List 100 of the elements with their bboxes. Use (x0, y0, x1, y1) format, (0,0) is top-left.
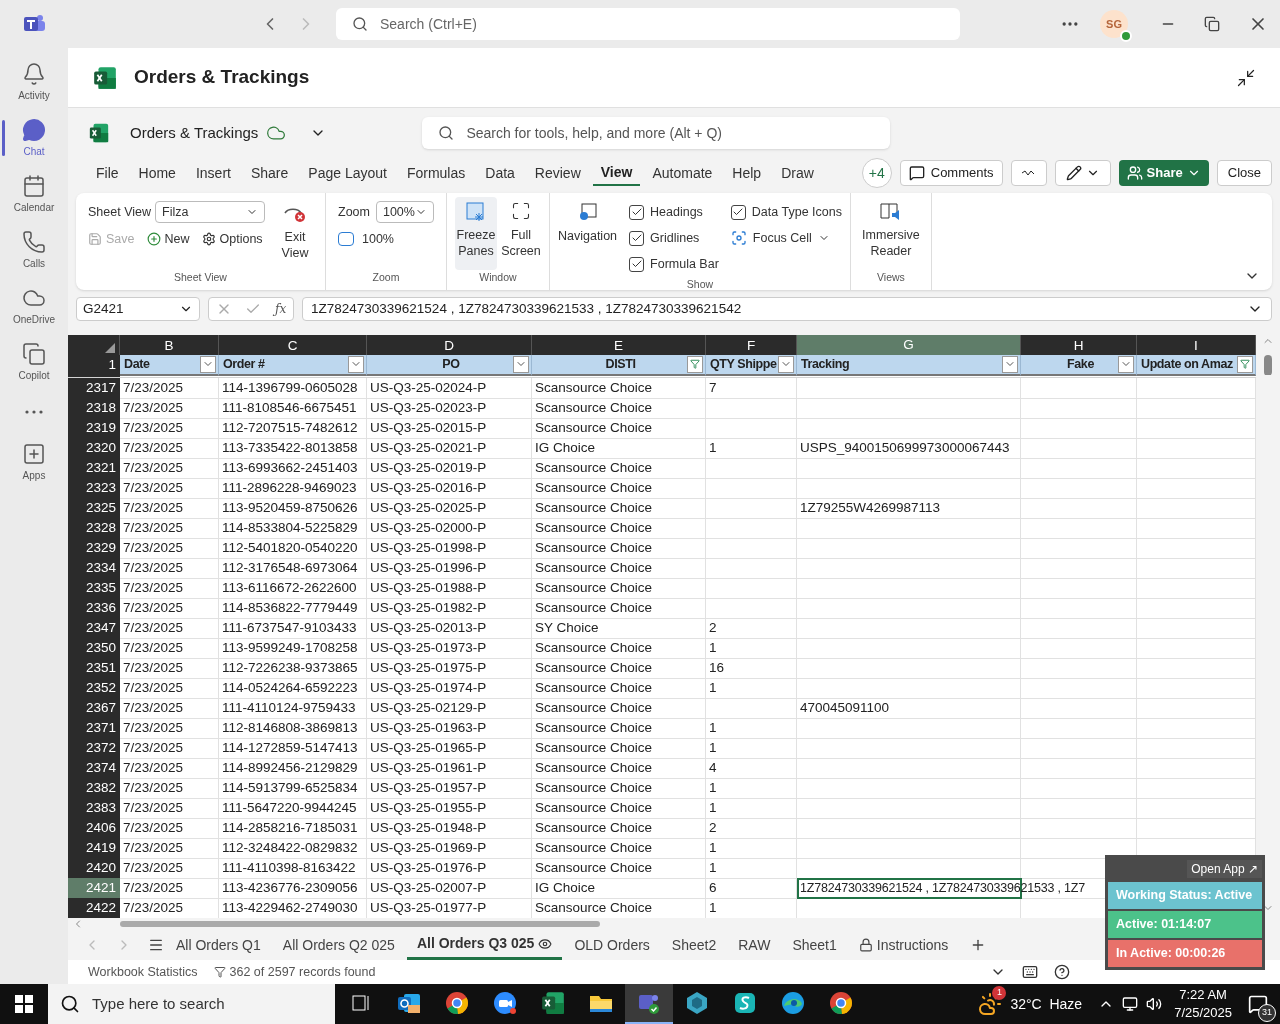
table-cell[interactable]: US-Q3-25-02016-P (367, 478, 532, 500)
editing-button[interactable] (1054, 160, 1111, 186)
table-cell[interactable] (1021, 658, 1137, 680)
table-cell[interactable] (1021, 418, 1137, 440)
table-cell[interactable]: 7/23/2025 (120, 398, 219, 420)
table-cell[interactable]: SY Choice (532, 618, 706, 640)
table-cell[interactable]: 113-6993662-2451403 (219, 458, 367, 480)
table-cell[interactable] (797, 638, 1021, 660)
table-cell[interactable]: 7/23/2025 (120, 598, 219, 620)
table-cell[interactable]: US-Q3-25-01974-P (367, 678, 532, 700)
table-cell[interactable] (797, 458, 1021, 480)
table-cell[interactable] (706, 418, 797, 440)
table-cell[interactable]: Scansource Choice (532, 578, 706, 600)
table-cell[interactable]: 111-4110398-8163422 (219, 858, 367, 880)
collapse-icon[interactable] (1236, 67, 1256, 88)
table-cell[interactable]: 111-8108546-6675451 (219, 398, 367, 420)
table-cell[interactable]: 112-7207515-7482612 (219, 418, 367, 440)
table-cell[interactable]: Scansource Choice (532, 598, 706, 620)
table-cell[interactable]: Scansource Choice (532, 398, 706, 420)
table-cell[interactable]: 7/23/2025 (120, 498, 219, 520)
row-header[interactable]: 2323 (68, 478, 120, 500)
table-cell[interactable]: 112-3176548-6973064 (219, 558, 367, 580)
table-cell[interactable]: 7/23/2025 (120, 438, 219, 460)
table-cell[interactable]: Scansource Choice (532, 758, 706, 780)
table-cell[interactable]: US-Q3-25-01969-P (367, 838, 532, 860)
table-cell[interactable]: 7/23/2025 (120, 378, 219, 400)
table-cell[interactable] (1021, 678, 1137, 700)
freeze-panes-button[interactable]: Freeze Panes (454, 197, 497, 271)
row-header[interactable]: 2328 (68, 518, 120, 540)
row-header[interactable]: 2347 (68, 618, 120, 640)
table-cell[interactable] (1021, 558, 1137, 580)
row-header[interactable]: 2382 (68, 778, 120, 800)
row-header[interactable]: 2320 (68, 438, 120, 460)
table-cell[interactable]: 7/23/2025 (120, 698, 219, 720)
table-cell[interactable] (797, 398, 1021, 420)
rail-item[interactable]: Copilot (2, 336, 66, 388)
table-cell[interactable]: US-Q3-25-02007-P (367, 878, 532, 900)
row-header[interactable]: 2317 (68, 378, 120, 400)
table-cell[interactable]: 16 (706, 658, 797, 680)
table-cell[interactable]: 114-8536822-7779449 (219, 598, 367, 620)
row-header[interactable]: 2351 (68, 658, 120, 680)
ribbon-tab[interactable]: View (592, 160, 641, 186)
table-cell[interactable] (1021, 598, 1137, 620)
table-cell[interactable]: 113-4236776-2309056 (219, 878, 367, 900)
table-cell[interactable]: Scansource Choice (532, 678, 706, 700)
table-cell[interactable]: 113-9599249-1708258 (219, 638, 367, 660)
table-cell[interactable] (797, 378, 1021, 400)
row-header[interactable]: 2352 (68, 678, 120, 700)
new-button[interactable]: New (146, 229, 190, 249)
table-cell[interactable]: US-Q3-25-01976-P (367, 858, 532, 880)
table-cell[interactable] (706, 498, 797, 520)
table-cell[interactable]: Scansource Choice (532, 658, 706, 680)
table-cell[interactable]: Scansource Choice (532, 778, 706, 800)
file-name[interactable]: Orders & Trackings (130, 121, 259, 145)
table-cell[interactable]: 6 (706, 878, 797, 900)
row-header[interactable]: 2318 (68, 398, 120, 420)
row-header[interactable]: 2329 (68, 538, 120, 560)
table-cell[interactable]: 7/23/2025 (120, 558, 219, 580)
zoom-100-button[interactable]: 100% (338, 227, 434, 251)
table-cell[interactable] (797, 678, 1021, 700)
table-cell[interactable]: 112-3248422-0829832 (219, 838, 367, 860)
table-cell[interactable]: 7/23/2025 (120, 758, 219, 780)
table-cell[interactable] (1021, 378, 1137, 400)
table-cell[interactable] (1021, 798, 1137, 820)
keyboard-icon[interactable] (1022, 964, 1038, 980)
table-cell[interactable]: US-Q3-25-01982-P (367, 598, 532, 620)
sheet-tab[interactable]: All Orders Q2 025 (272, 930, 405, 960)
table-cell[interactable]: US-Q3-25-01948-P (367, 818, 532, 840)
table-cell[interactable]: Scansource Choice (532, 478, 706, 500)
table-cell[interactable]: 1 (706, 678, 797, 700)
table-cell[interactable]: Scansource Choice (532, 638, 706, 660)
table-cell[interactable]: US-Q3-25-02013-P (367, 618, 532, 640)
exit-view-button[interactable]: Exit View (277, 201, 313, 261)
table-cell[interactable] (1021, 478, 1137, 500)
share-button[interactable]: Share (1118, 160, 1209, 186)
table-cell[interactable] (797, 838, 1021, 860)
table-cell[interactable]: US-Q3-25-01975-P (367, 658, 532, 680)
table-cell[interactable] (1021, 738, 1137, 760)
table-cell[interactable] (1021, 618, 1137, 640)
table-cell[interactable] (797, 478, 1021, 500)
tools-search-field[interactable]: Search for tools, help, and more (Alt + Q) (422, 117, 891, 149)
table-cell[interactable]: 1 (706, 738, 797, 760)
table-cell[interactable]: 7/23/2025 (120, 658, 219, 680)
table-cell[interactable]: Scansource Choice (532, 538, 706, 560)
sheet-tab[interactable]: RAW (728, 930, 781, 960)
table-cell[interactable]: 114-1272859-5147413 (219, 738, 367, 760)
table-cell[interactable]: 113-6116672-2622600 (219, 578, 367, 600)
rail-item[interactable]: OneDrive (2, 280, 66, 332)
row-header[interactable]: 1 (68, 355, 120, 376)
table-cell[interactable]: 1 (706, 838, 797, 860)
table-cell[interactable] (706, 398, 797, 420)
table-cell[interactable]: 114-8992456-2129829 (219, 758, 367, 780)
ribbon-tab[interactable]: Formulas (398, 160, 474, 186)
table-cell[interactable]: Scansource Choice (532, 498, 706, 520)
table-cell[interactable] (797, 538, 1021, 560)
table-cell[interactable]: US-Q3-25-02000-P (367, 518, 532, 540)
network-icon[interactable] (1122, 996, 1139, 1012)
table-cell[interactable]: 7/23/2025 (120, 778, 219, 800)
name-box[interactable]: G2421 (76, 297, 200, 321)
table-cell[interactable]: 113-9520459-8750626 (219, 498, 367, 520)
